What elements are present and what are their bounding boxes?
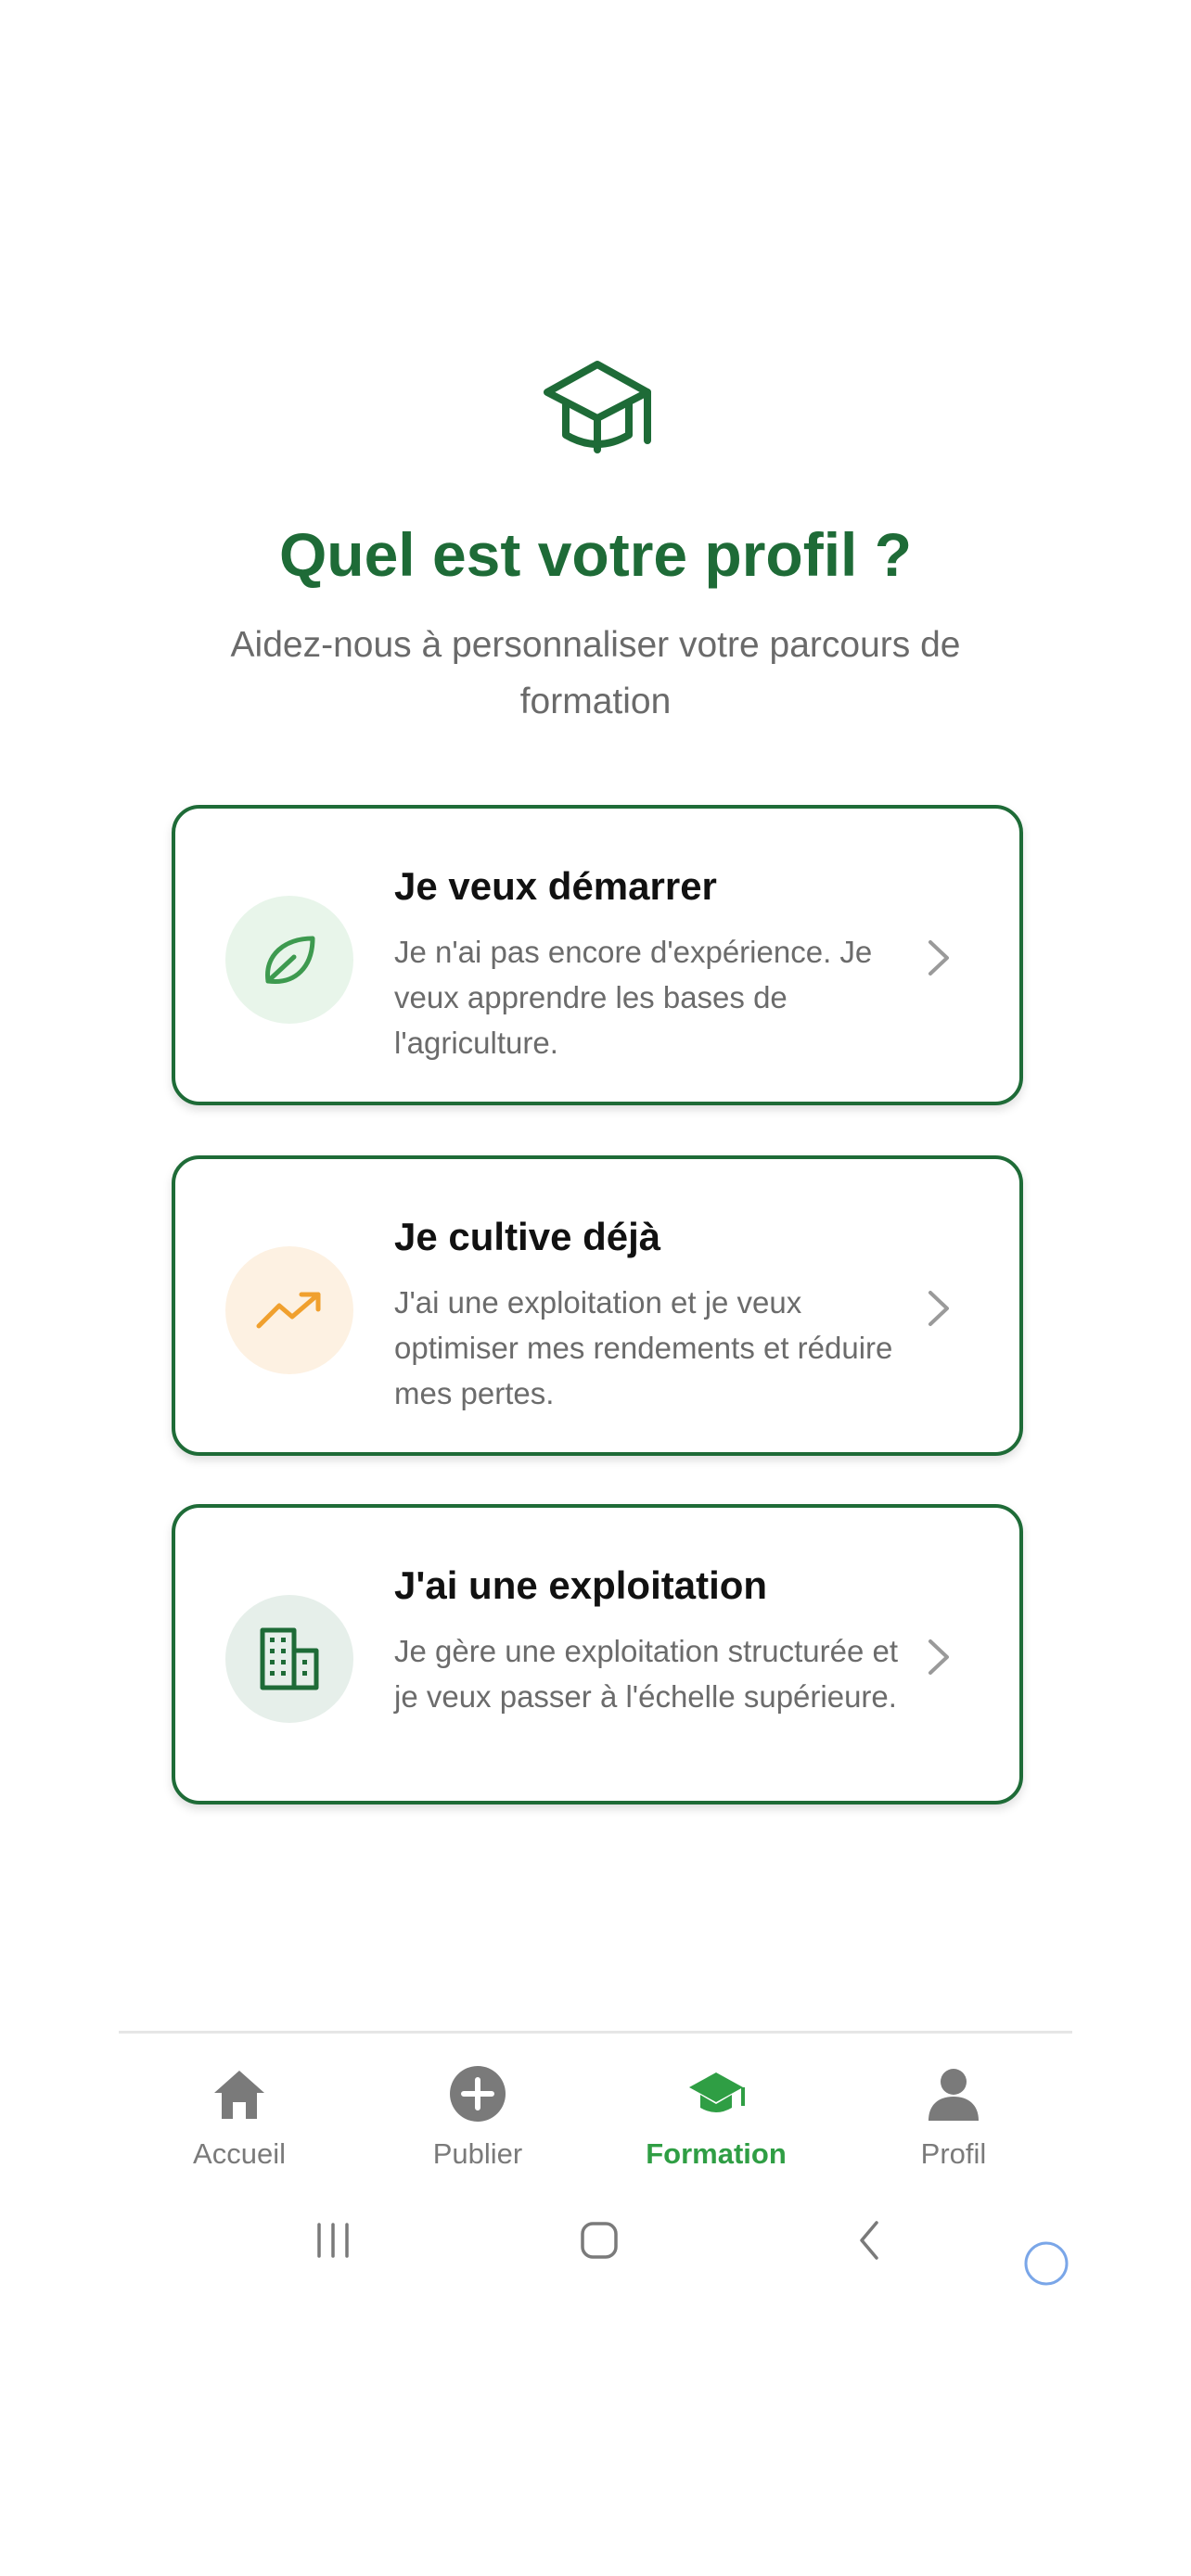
chevron-right-icon bbox=[928, 940, 949, 976]
chevron-right-icon bbox=[928, 1639, 949, 1675]
tab-formation[interactable]: Formation bbox=[614, 2063, 818, 2171]
leaf-icon bbox=[265, 936, 315, 984]
graduation-cap-icon bbox=[689, 2072, 745, 2112]
person-icon bbox=[928, 2069, 979, 2121]
nav-divider bbox=[119, 2031, 1072, 2034]
recent-apps-icon[interactable] bbox=[312, 2219, 354, 2262]
assistive-touch-icon[interactable] bbox=[1020, 2238, 1072, 2289]
leaf-icon-badge bbox=[225, 896, 353, 1024]
home-button-icon[interactable] bbox=[578, 2219, 621, 2262]
option-description: J'ai une exploitation et je veux optimis… bbox=[394, 1285, 893, 1410]
tab-publier[interactable]: Publier bbox=[376, 2063, 580, 2171]
building-icon bbox=[260, 1627, 319, 1690]
building-icon-badge bbox=[225, 1595, 353, 1723]
trending-up-icon-badge bbox=[225, 1246, 353, 1374]
option-title: J'ai une exploitation bbox=[394, 1563, 768, 1607]
chevron-right-icon bbox=[928, 1291, 949, 1326]
page-subtitle: Aidez-nous à personnaliser votre parcour… bbox=[230, 625, 961, 721]
trending-up-icon bbox=[256, 1292, 321, 1329]
option-description: Je n'ai pas encore d'expérience. Je veux… bbox=[394, 935, 873, 1060]
tab-label: Formation bbox=[646, 2137, 787, 2170]
option-description: Je gère une exploitation structurée et j… bbox=[394, 1634, 899, 1714]
tab-label: Publier bbox=[432, 2137, 523, 2170]
graduation-cap-icon bbox=[544, 361, 651, 453]
tab-label: Profil bbox=[920, 2137, 987, 2170]
option-title: Je veux démarrer bbox=[394, 864, 717, 908]
profile-option-grower[interactable]: Je cultive déjà J'ai une exploitation et… bbox=[172, 1155, 1023, 1456]
back-icon[interactable] bbox=[849, 2219, 891, 2262]
tab-label: Accueil bbox=[193, 2137, 286, 2170]
page-title: Quel est votre profil ? bbox=[278, 520, 913, 589]
tab-accueil[interactable]: Accueil bbox=[137, 2063, 341, 2171]
add-circle-icon bbox=[450, 2066, 506, 2122]
option-title: Je cultive déjà bbox=[394, 1215, 661, 1258]
profile-option-starter[interactable]: Je veux démarrer Je n'ai pas encore d'ex… bbox=[172, 805, 1023, 1105]
tab-profil[interactable]: Profil bbox=[852, 2063, 1056, 2171]
profile-option-enterprise[interactable]: J'ai une exploitation Je gère une exploi… bbox=[172, 1504, 1023, 1804]
home-icon bbox=[214, 2071, 264, 2119]
